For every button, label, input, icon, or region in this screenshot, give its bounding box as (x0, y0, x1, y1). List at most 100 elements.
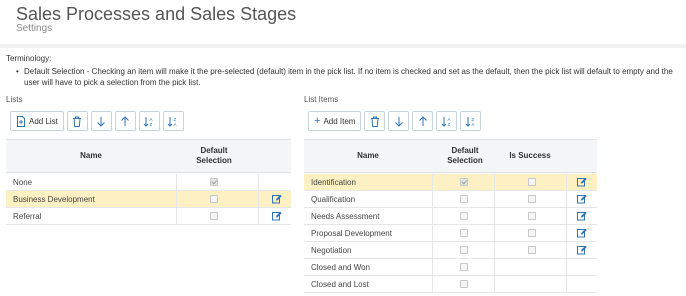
table-row[interactable]: Closed and Won (304, 259, 597, 276)
edit-icon[interactable] (577, 177, 587, 187)
list-items-column-name[interactable]: Name (304, 140, 432, 172)
default-selection-checkbox[interactable] (460, 246, 468, 254)
default-selection-checkbox[interactable] (460, 263, 468, 271)
table-row[interactable]: Identification (304, 174, 597, 191)
column-divider (432, 276, 433, 292)
list-items-toolbar: + Add Item AZ ZA (304, 108, 597, 134)
column-divider (432, 242, 433, 258)
arrow-up-icon (419, 115, 427, 126)
add-item-label: Add Item (323, 116, 356, 126)
column-divider (494, 259, 495, 275)
default-selection-checkbox[interactable] (460, 195, 468, 203)
arrow-up-icon (121, 115, 130, 126)
delete-list-button[interactable] (66, 111, 88, 131)
trash-icon (73, 116, 82, 127)
lists-toolbar: Add List AZ ZA (6, 108, 291, 134)
sort-ascending-item-button[interactable]: AZ (436, 111, 458, 131)
add-document-icon (17, 115, 25, 127)
plus-icon: + (314, 115, 321, 127)
column-divider (432, 191, 433, 207)
column-divider (258, 191, 259, 207)
column-divider (432, 174, 433, 190)
is-success-checkbox[interactable] (528, 178, 536, 186)
table-row[interactable]: Qualification (304, 191, 597, 208)
move-down-list-button[interactable] (90, 111, 112, 131)
move-up-item-button[interactable] (412, 111, 434, 131)
column-divider (566, 259, 567, 275)
sort-ascending-list-button[interactable]: AZ (138, 111, 160, 131)
is-success-checkbox[interactable] (528, 212, 536, 220)
column-divider (258, 208, 259, 224)
column-divider (432, 225, 433, 241)
table-row[interactable]: Negotiation (304, 242, 597, 259)
edit-icon[interactable] (577, 211, 587, 221)
column-divider (494, 208, 495, 224)
column-divider (494, 242, 495, 258)
default-selection-checkbox[interactable] (210, 178, 218, 186)
default-selection-checkbox[interactable] (460, 280, 468, 288)
edit-icon[interactable] (577, 245, 587, 255)
column-divider (566, 174, 567, 190)
move-up-list-button[interactable] (114, 111, 136, 131)
sort-descending-item-button[interactable]: ZA (460, 111, 482, 131)
edit-icon[interactable] (577, 228, 587, 238)
svg-text:A: A (471, 122, 474, 127)
list-items-column-default-selection[interactable]: Default Selection (442, 140, 488, 172)
default-selection-checkbox[interactable] (210, 195, 218, 203)
lists-section-label: Lists (6, 95, 23, 104)
sort-ascending-icon: AZ (441, 116, 450, 127)
row-name: Referral (13, 211, 42, 221)
table-row[interactable]: Business Development (6, 191, 291, 208)
column-divider (176, 191, 177, 207)
add-list-button[interactable]: Add List (10, 111, 64, 131)
row-name: Proposal Development (311, 228, 392, 238)
column-divider (176, 174, 177, 190)
sort-descending-list-button[interactable]: ZA (162, 111, 184, 131)
arrow-down-icon (395, 116, 403, 127)
edit-icon[interactable] (272, 211, 282, 221)
list-items-column-is-success[interactable]: Is Success (502, 140, 558, 172)
arrow-down-icon (97, 116, 106, 127)
edit-icon[interactable] (577, 194, 587, 204)
table-row[interactable]: Needs Assessment (304, 208, 597, 225)
row-name: Identification (311, 177, 356, 187)
trash-icon (370, 116, 379, 127)
page-subtitle: Settings (16, 23, 53, 34)
terminology-label: Terminology: (6, 54, 52, 63)
table-row[interactable]: None (6, 174, 291, 191)
is-success-checkbox[interactable] (528, 195, 536, 203)
lists-column-name[interactable]: Name (6, 140, 176, 172)
default-selection-checkbox[interactable] (460, 212, 468, 220)
lists-column-default-selection[interactable]: Default Selection (191, 140, 237, 172)
default-selection-checkbox[interactable] (210, 212, 218, 220)
column-divider (566, 191, 567, 207)
column-divider (566, 208, 567, 224)
svg-text:Z: Z (447, 122, 450, 127)
column-divider (566, 225, 567, 241)
column-divider (494, 191, 495, 207)
column-divider (494, 276, 495, 292)
row-name: Needs Assessment (311, 211, 380, 221)
default-selection-checkbox[interactable] (460, 229, 468, 237)
is-success-checkbox[interactable] (528, 246, 536, 254)
list-items-grid-header: Name Default Selection Is Success (304, 139, 597, 173)
default-selection-checkbox[interactable] (460, 178, 468, 186)
table-row[interactable]: Proposal Development (304, 225, 597, 242)
row-name: Negotiation (311, 245, 352, 255)
move-down-item-button[interactable] (388, 111, 410, 131)
lists-panel: Add List AZ ZA Name Default Selection No… (6, 108, 291, 225)
list-items-panel: + Add Item AZ ZA Name Default Selection … (304, 108, 597, 293)
svg-text:A: A (174, 122, 177, 127)
sort-descending-icon: ZA (465, 116, 474, 127)
column-divider (432, 208, 433, 224)
delete-item-button[interactable] (364, 111, 386, 131)
column-divider (494, 174, 495, 190)
lists-grid-header: Name Default Selection (6, 139, 291, 173)
is-success-checkbox[interactable] (528, 229, 536, 237)
table-row[interactable]: Closed and Lost (304, 276, 597, 293)
table-row[interactable]: Referral (6, 208, 291, 225)
add-item-button[interactable]: + Add Item (308, 111, 362, 131)
list-items-section-label: List Items (304, 95, 339, 104)
edit-icon[interactable] (272, 194, 282, 204)
row-name: Qualification (311, 194, 356, 204)
